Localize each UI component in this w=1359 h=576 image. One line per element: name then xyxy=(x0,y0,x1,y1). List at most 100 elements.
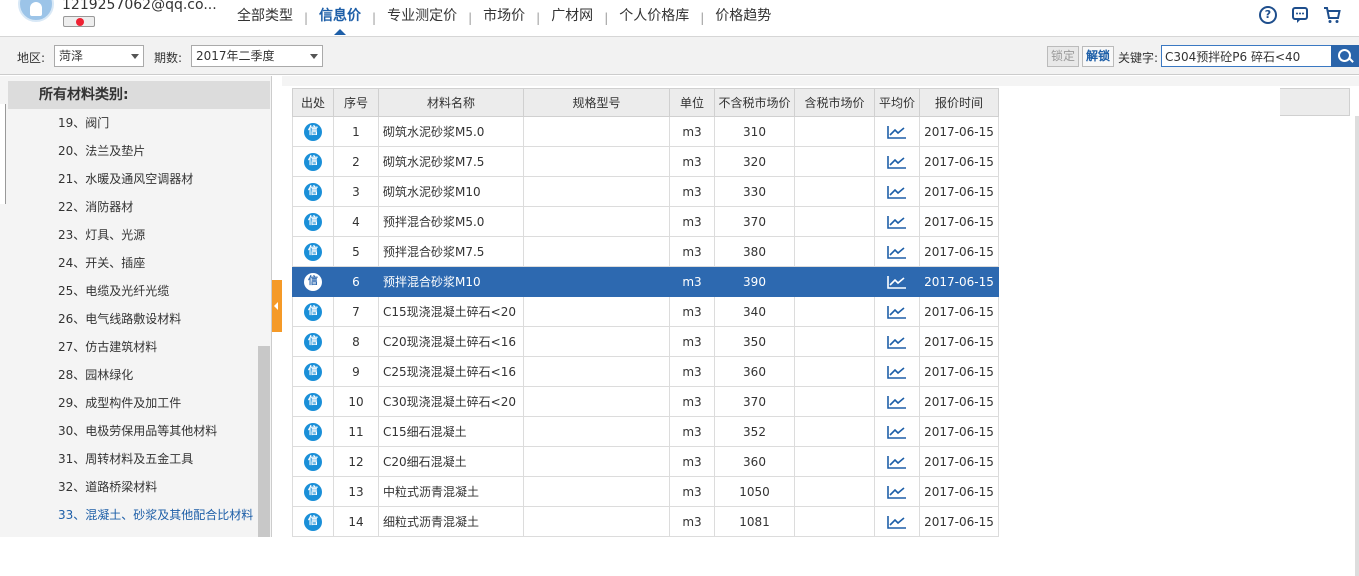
avg-price-cell[interactable] xyxy=(874,266,920,297)
category-item[interactable]: 24、开关、插座 xyxy=(58,249,253,277)
column-header[interactable]: 材料名称 xyxy=(378,88,524,117)
avg-price-cell[interactable] xyxy=(874,116,920,147)
category-item[interactable]: 30、电极劳保用品等其他材料 xyxy=(58,417,253,445)
source-cell[interactable]: 信 xyxy=(292,476,334,507)
source-cell[interactable]: 信 xyxy=(292,506,334,537)
trend-chart-icon[interactable] xyxy=(887,305,907,319)
info-source-icon[interactable]: 信 xyxy=(304,482,322,501)
trend-chart-icon[interactable] xyxy=(887,215,907,229)
table-row[interactable]: 信 9 C25现浇混凝土碎石<16 m3 360 2017-06-15 xyxy=(292,356,999,387)
region-select[interactable]: 菏泽 xyxy=(54,45,144,67)
category-item[interactable]: 26、电气线路敷设材料 xyxy=(58,305,253,333)
info-source-icon[interactable]: 信 xyxy=(304,302,322,321)
column-header[interactable]: 出处 xyxy=(292,88,334,117)
source-cell[interactable]: 信 xyxy=(292,386,334,417)
avg-price-cell[interactable] xyxy=(874,416,920,447)
info-source-icon[interactable]: 信 xyxy=(304,182,322,201)
source-cell[interactable]: 信 xyxy=(292,326,334,357)
info-source-icon[interactable]: 信 xyxy=(304,362,322,381)
info-source-icon[interactable]: 信 xyxy=(304,152,322,171)
trend-chart-icon[interactable] xyxy=(887,425,907,439)
table-row[interactable]: 信 6 预拌混合砂浆M10 m3 390 2017-06-15 xyxy=(292,266,999,297)
source-cell[interactable]: 信 xyxy=(292,146,334,177)
table-row[interactable]: 信 3 砌筑水泥砂浆M10 m3 330 2017-06-15 xyxy=(292,176,999,207)
sidebar-scrollbar[interactable] xyxy=(258,346,270,537)
trend-chart-icon[interactable] xyxy=(887,185,907,199)
trend-chart-icon[interactable] xyxy=(887,275,907,289)
avg-price-cell[interactable] xyxy=(874,446,920,477)
source-cell[interactable]: 信 xyxy=(292,236,334,267)
table-row[interactable]: 信 5 预拌混合砂浆M7.5 m3 380 2017-06-15 xyxy=(292,236,999,267)
trend-chart-icon[interactable] xyxy=(887,395,907,409)
info-source-icon[interactable]: 信 xyxy=(304,452,322,471)
nav-item-0[interactable]: 全部类型 xyxy=(226,0,304,36)
trend-chart-icon[interactable] xyxy=(887,455,907,469)
column-header[interactable]: 序号 xyxy=(333,88,379,117)
category-item[interactable]: 29、成型构件及加工件 xyxy=(58,389,253,417)
avg-price-cell[interactable] xyxy=(874,356,920,387)
table-row[interactable]: 信 12 C20细石混凝土 m3 360 2017-06-15 xyxy=(292,446,999,477)
keyword-input[interactable] xyxy=(1161,45,1332,67)
collapse-sidebar-button[interactable] xyxy=(272,280,282,332)
source-cell[interactable]: 信 xyxy=(292,446,334,477)
column-header[interactable]: 平均价 xyxy=(874,88,920,117)
avg-price-cell[interactable] xyxy=(874,506,920,537)
nav-item-5[interactable]: 个人价格库 xyxy=(608,0,700,36)
table-row[interactable]: 信 10 C30现浇混凝土碎石<20 m3 370 2017-06-15 xyxy=(292,386,999,417)
avatar[interactable] xyxy=(18,0,54,22)
source-cell[interactable]: 信 xyxy=(292,296,334,327)
category-item[interactable]: 19、阀门 xyxy=(58,109,253,137)
trend-chart-icon[interactable] xyxy=(887,155,907,169)
category-item[interactable]: 33、混凝土、砂浆及其他配合比材料 xyxy=(58,501,253,529)
category-item[interactable]: 27、仿古建筑材料 xyxy=(58,333,253,361)
trend-chart-icon[interactable] xyxy=(887,485,907,499)
category-item[interactable]: 20、法兰及垫片 xyxy=(58,137,253,165)
trend-chart-icon[interactable] xyxy=(887,335,907,349)
info-source-icon[interactable]: 信 xyxy=(304,212,322,231)
category-item[interactable]: 32、道路桥梁材料 xyxy=(58,473,253,501)
source-cell[interactable]: 信 xyxy=(292,206,334,237)
avg-price-cell[interactable] xyxy=(874,146,920,177)
source-cell[interactable]: 信 xyxy=(292,266,334,297)
avg-price-cell[interactable] xyxy=(874,236,920,267)
info-source-icon[interactable]: 信 xyxy=(304,392,322,411)
table-scrollbar[interactable] xyxy=(1355,116,1359,576)
category-item[interactable]: 28、园林绿化 xyxy=(58,361,253,389)
source-cell[interactable]: 信 xyxy=(292,176,334,207)
nav-item-4[interactable]: 广材网 xyxy=(540,0,604,36)
source-cell[interactable]: 信 xyxy=(292,356,334,387)
user-email[interactable]: 1219257062@qq.co... xyxy=(62,0,217,13)
help-icon[interactable]: ? xyxy=(1259,6,1277,24)
column-header[interactable]: 规格型号 xyxy=(523,88,670,117)
avg-price-cell[interactable] xyxy=(874,206,920,237)
info-source-icon[interactable]: 信 xyxy=(304,272,322,291)
trend-chart-icon[interactable] xyxy=(887,365,907,379)
trend-chart-icon[interactable] xyxy=(887,125,907,139)
trend-chart-icon[interactable] xyxy=(887,245,907,259)
column-header[interactable]: 报价时间 xyxy=(919,88,999,117)
nav-item-2[interactable]: 专业测定价 xyxy=(376,0,468,36)
nav-item-6[interactable]: 价格趋势 xyxy=(704,0,782,36)
column-header[interactable]: 单位 xyxy=(669,88,715,117)
column-header[interactable]: 含税市场价 xyxy=(794,88,875,117)
lock-button[interactable]: 锁定 xyxy=(1047,46,1079,67)
category-item[interactable]: 31、周转材料及五金工具 xyxy=(58,445,253,473)
period-select[interactable]: 2017年二季度 xyxy=(191,45,323,67)
cart-icon[interactable] xyxy=(1323,6,1341,24)
source-cell[interactable]: 信 xyxy=(292,116,334,147)
message-icon[interactable] xyxy=(1291,6,1309,24)
avg-price-cell[interactable] xyxy=(874,176,920,207)
info-source-icon[interactable]: 信 xyxy=(304,512,322,531)
nav-item-3[interactable]: 市场价 xyxy=(472,0,536,36)
table-row[interactable]: 信 8 C20现浇混凝土碎石<16 m3 350 2017-06-15 xyxy=(292,326,999,357)
info-source-icon[interactable]: 信 xyxy=(304,332,322,351)
column-header[interactable]: 不含税市场价 xyxy=(714,88,795,117)
category-item[interactable]: 23、灯具、光源 xyxy=(58,221,253,249)
info-source-icon[interactable]: 信 xyxy=(304,122,322,141)
trend-chart-icon[interactable] xyxy=(887,515,907,529)
avg-price-cell[interactable] xyxy=(874,296,920,327)
category-item[interactable]: 21、水暖及通风空调器材 xyxy=(58,165,253,193)
search-button[interactable] xyxy=(1331,45,1359,67)
avg-price-cell[interactable] xyxy=(874,326,920,357)
avg-price-cell[interactable] xyxy=(874,476,920,507)
